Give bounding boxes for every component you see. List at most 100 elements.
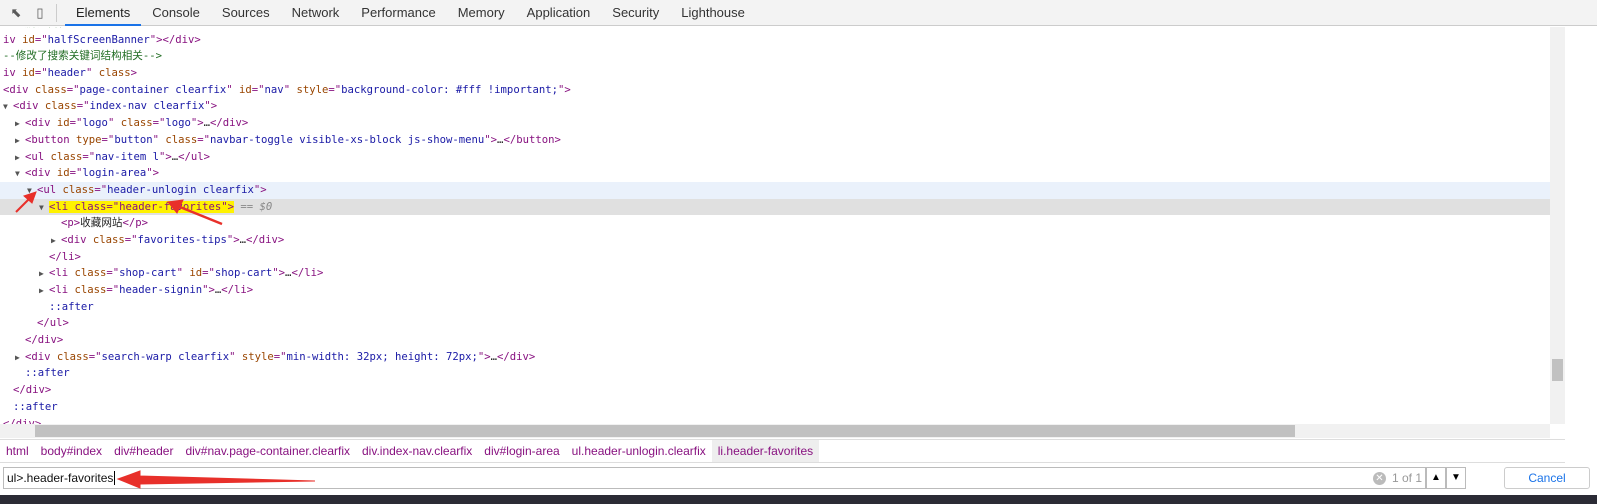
token-tag: =" [106, 267, 120, 280]
device-toggle-icon[interactable]: ▯ [32, 5, 48, 21]
token-tag: =" [328, 83, 342, 96]
breadcrumb-item[interactable]: div#header [108, 440, 179, 462]
token-attr: class [165, 133, 198, 146]
dom-node-line[interactable]: </div> [0, 416, 1550, 425]
breadcrumb-item[interactable]: ul.header-unlogin.clearfix [566, 440, 712, 462]
dom-node-line[interactable]: </div> [0, 382, 1550, 399]
dom-node-line[interactable]: --修改了搜索关键词结构相关--> [0, 48, 1550, 65]
token-attr: class [34, 83, 67, 96]
tab-elements[interactable]: Elements [65, 0, 142, 26]
tab-memory[interactable]: Memory [447, 0, 516, 26]
breadcrumb-item[interactable]: div.index-nav.clearfix [356, 440, 478, 462]
breadcrumb-item[interactable]: li.header-favorites [711, 440, 820, 462]
token-tag: iv [3, 33, 23, 46]
dom-node-line[interactable]: ::after [0, 365, 1550, 382]
tab-sources[interactable]: Sources [211, 0, 281, 26]
token-tag: =" [202, 267, 215, 280]
tab-lighthouse[interactable]: Lighthouse [670, 0, 756, 26]
token-attr: class [56, 350, 89, 363]
token-val: min-width: 32px; height: 72px; [286, 350, 478, 363]
token-tag: =" [88, 350, 102, 363]
breadcrumb-item[interactable]: html [0, 440, 35, 462]
tab-console[interactable]: Console [141, 0, 211, 26]
dom-node-line[interactable]: ▶ <li class="header-signin">…</li> [0, 282, 1550, 299]
expand-right-icon[interactable]: ▶ [51, 233, 61, 250]
token-tag: =" [34, 67, 48, 80]
dom-node-line[interactable]: iv id="halfScreenBanner"></div> [0, 32, 1550, 49]
expand-down-icon[interactable]: ▼ [3, 99, 13, 116]
vertical-scrollbar[interactable] [1550, 27, 1565, 424]
dom-node-line[interactable]: <p>收藏网站</p> [0, 215, 1550, 232]
dom-node-line[interactable]: ▶ <li class="shop-cart" id="shop-cart">…<… [0, 265, 1550, 282]
breadcrumb-item[interactable]: div#nav.page-container.clearfix [179, 440, 356, 462]
token-tag: </div> [13, 384, 52, 397]
dom-node-line[interactable]: ▶ <ul class="nav-item l">…</ul> [0, 149, 1550, 166]
devtools-tab-bar: ⬉ ▯ Elements Console Sources Network Perform… [0, 0, 1597, 26]
token-val: page-container clearfix [79, 83, 227, 96]
expand-right-icon[interactable]: ▶ [39, 266, 49, 283]
token-attr: id [239, 83, 252, 96]
token-tag: =" [273, 350, 287, 363]
dom-node-line[interactable]: </li> [0, 249, 1550, 266]
dom-node-line[interactable]: ▶ <div class="favorites-tips">…</div> [0, 232, 1550, 249]
dom-node-line[interactable]: ▼ <div id="login-area"> [0, 165, 1550, 182]
tab-performance[interactable]: Performance [350, 0, 446, 26]
search-input[interactable]: ul>.header-favorites [3, 467, 1426, 489]
cancel-button[interactable]: Cancel [1504, 467, 1590, 489]
expand-right-icon[interactable]: ▶ [15, 150, 25, 167]
expand-right-icon[interactable]: ▶ [15, 116, 25, 133]
elements-tree[interactable]: （屏）占位 -->iv id="halfScreenBanner"></div>… [0, 27, 1550, 424]
expand-right-icon[interactable]: ▶ [15, 350, 25, 367]
next-match-button[interactable]: ▼ [1446, 467, 1466, 489]
horizontal-scrollbar[interactable] [0, 424, 1550, 438]
dom-node-line[interactable]: </ul> [0, 315, 1550, 332]
scroll-thumb[interactable] [35, 425, 1295, 437]
dom-node-line[interactable]: </div> [0, 332, 1550, 349]
scroll-thumb[interactable] [1552, 359, 1563, 381]
cursor-select-icon[interactable]: ⬉ [8, 5, 24, 21]
dom-node-line[interactable]: iv id="header" class> [0, 65, 1550, 82]
dom-node-line[interactable]: ▼ <li class="header-favorites"> == $0 [0, 198, 1550, 217]
token-hl: <li class="header-favorites"> [49, 200, 234, 213]
dom-node-line[interactable]: ▼ <ul class="header-unlogin clearfix"> [0, 181, 1550, 200]
token-attr: class [98, 67, 131, 80]
expand-down-icon[interactable]: ▼ [27, 183, 37, 200]
tab-application[interactable]: Application [516, 0, 602, 26]
token-tag: "> [158, 150, 172, 163]
clear-icon[interactable]: ✕ [1373, 472, 1386, 485]
token-tag: =" [66, 83, 80, 96]
expand-down-icon[interactable]: ▼ [15, 166, 25, 183]
token-tag: =" [76, 100, 90, 113]
expand-down-icon[interactable]: ▼ [39, 200, 49, 217]
token-tag: <div [61, 233, 93, 246]
token-attr: class [74, 267, 107, 280]
token-tag: <ul [25, 150, 51, 163]
expand-right-icon[interactable]: ▶ [39, 283, 49, 300]
token-attr: id [22, 67, 35, 80]
dom-node-line[interactable]: ▶ <div class="search-warp clearfix" style… [0, 349, 1550, 366]
dom-node-line[interactable]: ▼ <div class="index-nav clearfix"> [0, 98, 1550, 115]
breadcrumb-item[interactable]: body#index [35, 440, 108, 462]
tab-network[interactable]: Network [281, 0, 351, 26]
token-tag: =" [34, 33, 48, 46]
token-tag: </li> [291, 267, 324, 280]
token-val: login-area [82, 167, 147, 180]
dom-node-line[interactable]: ▶ <div id="logo" class="logo">…</div> [0, 115, 1550, 132]
token-attr: class [120, 117, 153, 130]
token-tag: "> [253, 183, 267, 196]
dom-node-line[interactable]: ▶ <button type="button" class="navbar-tog… [0, 132, 1550, 149]
token-tag: =" [94, 183, 108, 196]
token-tag: </li> [221, 284, 254, 296]
token-attr: id [56, 117, 70, 130]
dom-node-line[interactable]: ::after [0, 399, 1550, 416]
dom-node-line[interactable]: <div class="page-container clearfix" id=… [0, 82, 1550, 99]
previous-match-button[interactable]: ▲ [1426, 467, 1446, 489]
tab-security[interactable]: Security [601, 0, 670, 26]
dom-node-line[interactable]: ::after [0, 299, 1550, 316]
token-val: shop-cart [119, 267, 177, 280]
expand-right-icon[interactable]: ▶ [15, 133, 25, 150]
token-tag: "> [202, 284, 215, 296]
breadcrumb-item[interactable]: div#login-area [478, 440, 565, 462]
token-tag: </div> [497, 350, 536, 363]
token-tag: "> [190, 117, 204, 130]
